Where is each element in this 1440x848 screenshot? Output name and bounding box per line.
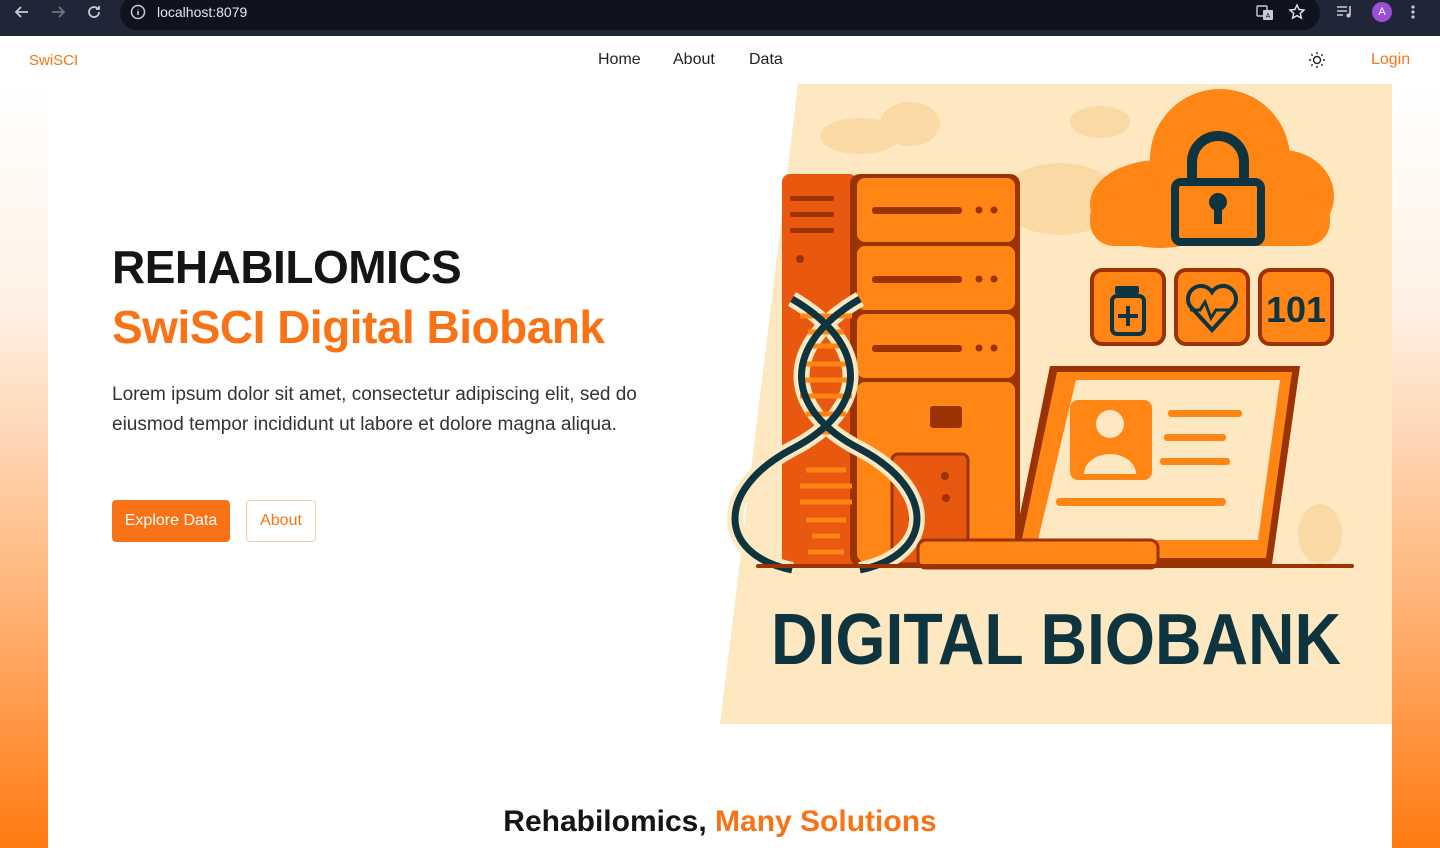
login-link[interactable]: Login: [1371, 51, 1410, 69]
nav-link-home[interactable]: Home: [598, 51, 641, 69]
section-heading-orange: Many Solutions: [715, 805, 937, 838]
kebab-menu-icon[interactable]: [1410, 4, 1416, 25]
explore-data-button[interactable]: Explore Data: [112, 500, 230, 542]
about-button[interactable]: About: [246, 500, 316, 542]
url-text[interactable]: localhost:8079: [157, 4, 247, 20]
brand-logo[interactable]: SwiSCI: [29, 52, 78, 69]
browser-toolbar: localhost:8079 A A: [0, 0, 1440, 36]
section-heading-dark: Rehabilomics,: [503, 805, 707, 838]
back-arrow-icon[interactable]: [10, 0, 34, 24]
hero-description: Lorem ipsum dolor sit amet, consectetur …: [112, 384, 637, 435]
forward-arrow-icon[interactable]: [46, 0, 70, 24]
left-gradient-panel: [0, 84, 48, 848]
section-heading: Rehabilomics, Many Solutions: [0, 805, 1440, 839]
profile-avatar[interactable]: A: [1372, 2, 1392, 22]
digital-biobank-illustration: 101 DIGITAL BIOBANK: [720, 84, 1392, 724]
nav-link-about[interactable]: About: [673, 51, 715, 69]
reload-icon[interactable]: [82, 0, 106, 24]
nav-link-data[interactable]: Data: [749, 51, 783, 69]
media-control-icon[interactable]: [1336, 4, 1354, 25]
bookmark-star-icon[interactable]: [1288, 3, 1306, 26]
digital-biobank-banner: DIGITAL BIOBANK: [771, 600, 1341, 680]
address-bar[interactable]: localhost:8079 A: [120, 0, 1320, 30]
translate-icon[interactable]: A: [1256, 4, 1274, 27]
hero-title: REHABILOMICS: [112, 241, 462, 293]
site-info-icon[interactable]: [130, 4, 146, 25]
app-navbar: SwiSCI Home About Data Login: [0, 36, 1440, 84]
sun-theme-toggle-icon[interactable]: [1307, 50, 1327, 70]
svg-text:A: A: [1266, 13, 1271, 20]
right-gradient-panel: [1392, 84, 1440, 848]
badge-number-text: 101: [1266, 289, 1326, 330]
hero-subtitle: SwiSCI Digital Biobank: [112, 301, 605, 353]
